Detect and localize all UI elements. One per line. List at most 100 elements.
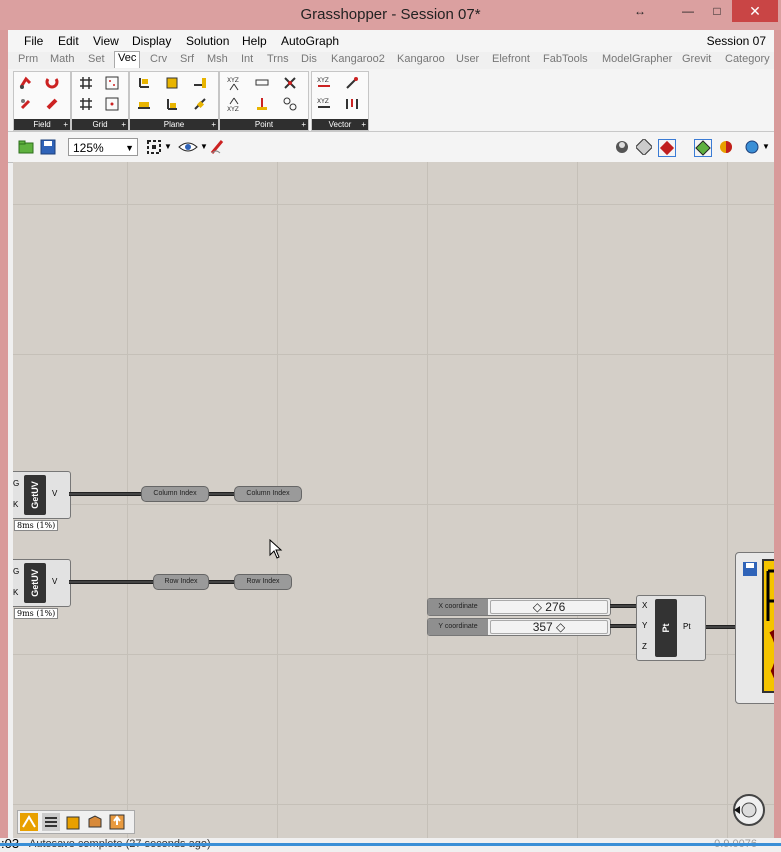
- grid-rectangular-icon[interactable]: [104, 75, 120, 91]
- expand-grid-button[interactable]: +: [121, 119, 126, 130]
- grid-square-icon[interactable]: [78, 96, 94, 112]
- sphere-preview-icon[interactable]: [744, 139, 760, 155]
- tab-srf[interactable]: Srf: [180, 53, 194, 65]
- relay-column-index[interactable]: Column Index: [141, 486, 209, 502]
- title-bar[interactable]: Grasshopper - Session 07* ↔ — □ ✕: [0, 0, 781, 30]
- tab-category[interactable]: Category: [725, 53, 770, 65]
- point-sort-icon[interactable]: [282, 96, 298, 112]
- tab-user[interactable]: User: [456, 53, 479, 65]
- menu-help[interactable]: Help: [242, 34, 267, 48]
- tab-kangaroo2[interactable]: Kangaroo2: [331, 53, 385, 65]
- plane-yz-icon[interactable]: [164, 96, 180, 112]
- relay-row-index[interactable]: Row Index: [153, 574, 209, 590]
- relay-column-index[interactable]: Column Index: [234, 486, 302, 502]
- point-cull-icon[interactable]: [282, 75, 298, 91]
- tab-kangaroo[interactable]: Kangaroo: [397, 53, 445, 65]
- field-spin-icon[interactable]: [44, 96, 60, 112]
- wire[interactable]: [610, 604, 636, 608]
- menu-autograph[interactable]: AutoGraph: [281, 34, 339, 48]
- list-widget-icon[interactable]: [42, 813, 60, 831]
- tab-msh[interactable]: Msh: [207, 53, 228, 65]
- slider-value[interactable]: 357 ◇: [490, 620, 608, 634]
- plane-xy-label-icon[interactable]: [136, 96, 152, 112]
- minimize-button[interactable]: —: [674, 0, 702, 22]
- getuv-component[interactable]: G K GetUV V: [13, 559, 71, 607]
- tab-grevit[interactable]: Grevit: [682, 53, 711, 65]
- color-sphere-icon[interactable]: [718, 139, 734, 155]
- getuv-component[interactable]: G K GetUV V: [13, 471, 71, 519]
- tab-prm[interactable]: Prm: [18, 53, 38, 65]
- vector-xyz-icon[interactable]: XYZ: [316, 75, 332, 91]
- menu-view[interactable]: View: [93, 34, 119, 48]
- tab-trns[interactable]: Trns: [267, 53, 289, 65]
- menu-file[interactable]: File: [24, 34, 43, 48]
- point-numbers-icon[interactable]: [254, 96, 270, 112]
- point-distance-icon[interactable]: [254, 75, 270, 91]
- resize-icon[interactable]: ↔: [628, 0, 652, 22]
- plane-origin-icon[interactable]: [164, 75, 180, 91]
- field-magnet-icon[interactable]: [44, 75, 60, 91]
- expand-field-button[interactable]: +: [63, 119, 68, 130]
- maximize-button[interactable]: □: [704, 0, 730, 22]
- save-icon[interactable]: [742, 561, 758, 577]
- tab-crv[interactable]: Crv: [150, 53, 167, 65]
- y-coordinate-slider[interactable]: Y coordinate 357 ◇: [427, 618, 611, 636]
- canvas-widget-icon[interactable]: [20, 813, 38, 831]
- display-mode-icon[interactable]: [694, 139, 712, 157]
- wire[interactable]: [69, 580, 155, 584]
- wire[interactable]: [69, 492, 143, 496]
- sphere-preview-chevron-icon[interactable]: ▼: [762, 142, 770, 151]
- vector-deconstruct-icon[interactable]: XYZ: [316, 96, 332, 112]
- preview-selected-icon[interactable]: [658, 139, 676, 157]
- preview-eye-icon[interactable]: [178, 139, 198, 155]
- slider-value[interactable]: ◇ 276: [490, 600, 608, 614]
- zoom-extents-icon[interactable]: [146, 139, 162, 155]
- save-file-icon[interactable]: [40, 139, 56, 155]
- construct-point-component[interactable]: X Y Z Pt Pt: [636, 595, 706, 661]
- field-line-charge-icon[interactable]: [18, 75, 34, 91]
- building-widget-icon[interactable]: [64, 813, 82, 831]
- field-point-charge-icon[interactable]: [18, 96, 34, 112]
- wire[interactable]: [610, 624, 636, 628]
- menu-solution[interactable]: Solution: [186, 34, 229, 48]
- wire[interactable]: [207, 580, 237, 584]
- expand-plane-button[interactable]: +: [211, 119, 216, 130]
- open-file-icon[interactable]: [18, 139, 34, 155]
- image-panel[interactable]: [735, 552, 774, 704]
- bake-widget-icon[interactable]: [86, 813, 104, 831]
- tab-fabtools[interactable]: FabTools: [543, 53, 588, 65]
- tab-dis[interactable]: Dis: [301, 53, 317, 65]
- menu-edit[interactable]: Edit: [58, 34, 79, 48]
- expand-vector-button[interactable]: +: [361, 119, 366, 130]
- relay-row-index[interactable]: Row Index: [234, 574, 292, 590]
- grid-radial-icon[interactable]: [104, 96, 120, 112]
- vector-amplitude-icon[interactable]: [344, 96, 360, 112]
- tab-modelgrapher[interactable]: ModelGrapher: [602, 53, 672, 65]
- preview-chevron-icon[interactable]: ▼: [200, 142, 208, 151]
- zoom-dropdown[interactable]: 125% ▼: [68, 138, 138, 156]
- wire[interactable]: [207, 492, 237, 496]
- vector-2pt-icon[interactable]: [344, 75, 360, 91]
- plane-rotate-icon[interactable]: [192, 96, 208, 112]
- point-deconstruct-icon[interactable]: XYZ: [226, 75, 242, 91]
- tab-vec[interactable]: Vec: [114, 51, 141, 68]
- grasshopper-canvas[interactable]: G K GetUV V 8ms (1%) G K GetUV V 9ms (1%…: [13, 162, 774, 838]
- preview-shaded-icon[interactable]: [636, 139, 652, 155]
- grid-hexagonal-icon[interactable]: [78, 75, 94, 91]
- menu-display[interactable]: Display: [132, 34, 171, 48]
- close-button[interactable]: ✕: [732, 0, 778, 22]
- tab-set[interactable]: Set: [88, 53, 105, 65]
- x-coordinate-slider[interactable]: X coordinate ◇ 276: [427, 598, 611, 616]
- export-widget-icon[interactable]: [108, 813, 126, 831]
- tab-int[interactable]: Int: [241, 53, 253, 65]
- zoom-extents-chevron-icon[interactable]: ▼: [164, 142, 172, 151]
- navigation-compass-icon[interactable]: [731, 792, 767, 828]
- preview-wireframe-icon[interactable]: [614, 139, 630, 155]
- sketch-pen-icon[interactable]: [210, 139, 226, 155]
- tab-math[interactable]: Math: [50, 53, 74, 65]
- wire[interactable]: [706, 625, 736, 629]
- point-construct-icon[interactable]: XYZ: [226, 96, 242, 112]
- plane-offset-icon[interactable]: [192, 75, 208, 91]
- plane-xy-icon[interactable]: [136, 75, 152, 91]
- tab-elefront[interactable]: Elefront: [492, 53, 530, 65]
